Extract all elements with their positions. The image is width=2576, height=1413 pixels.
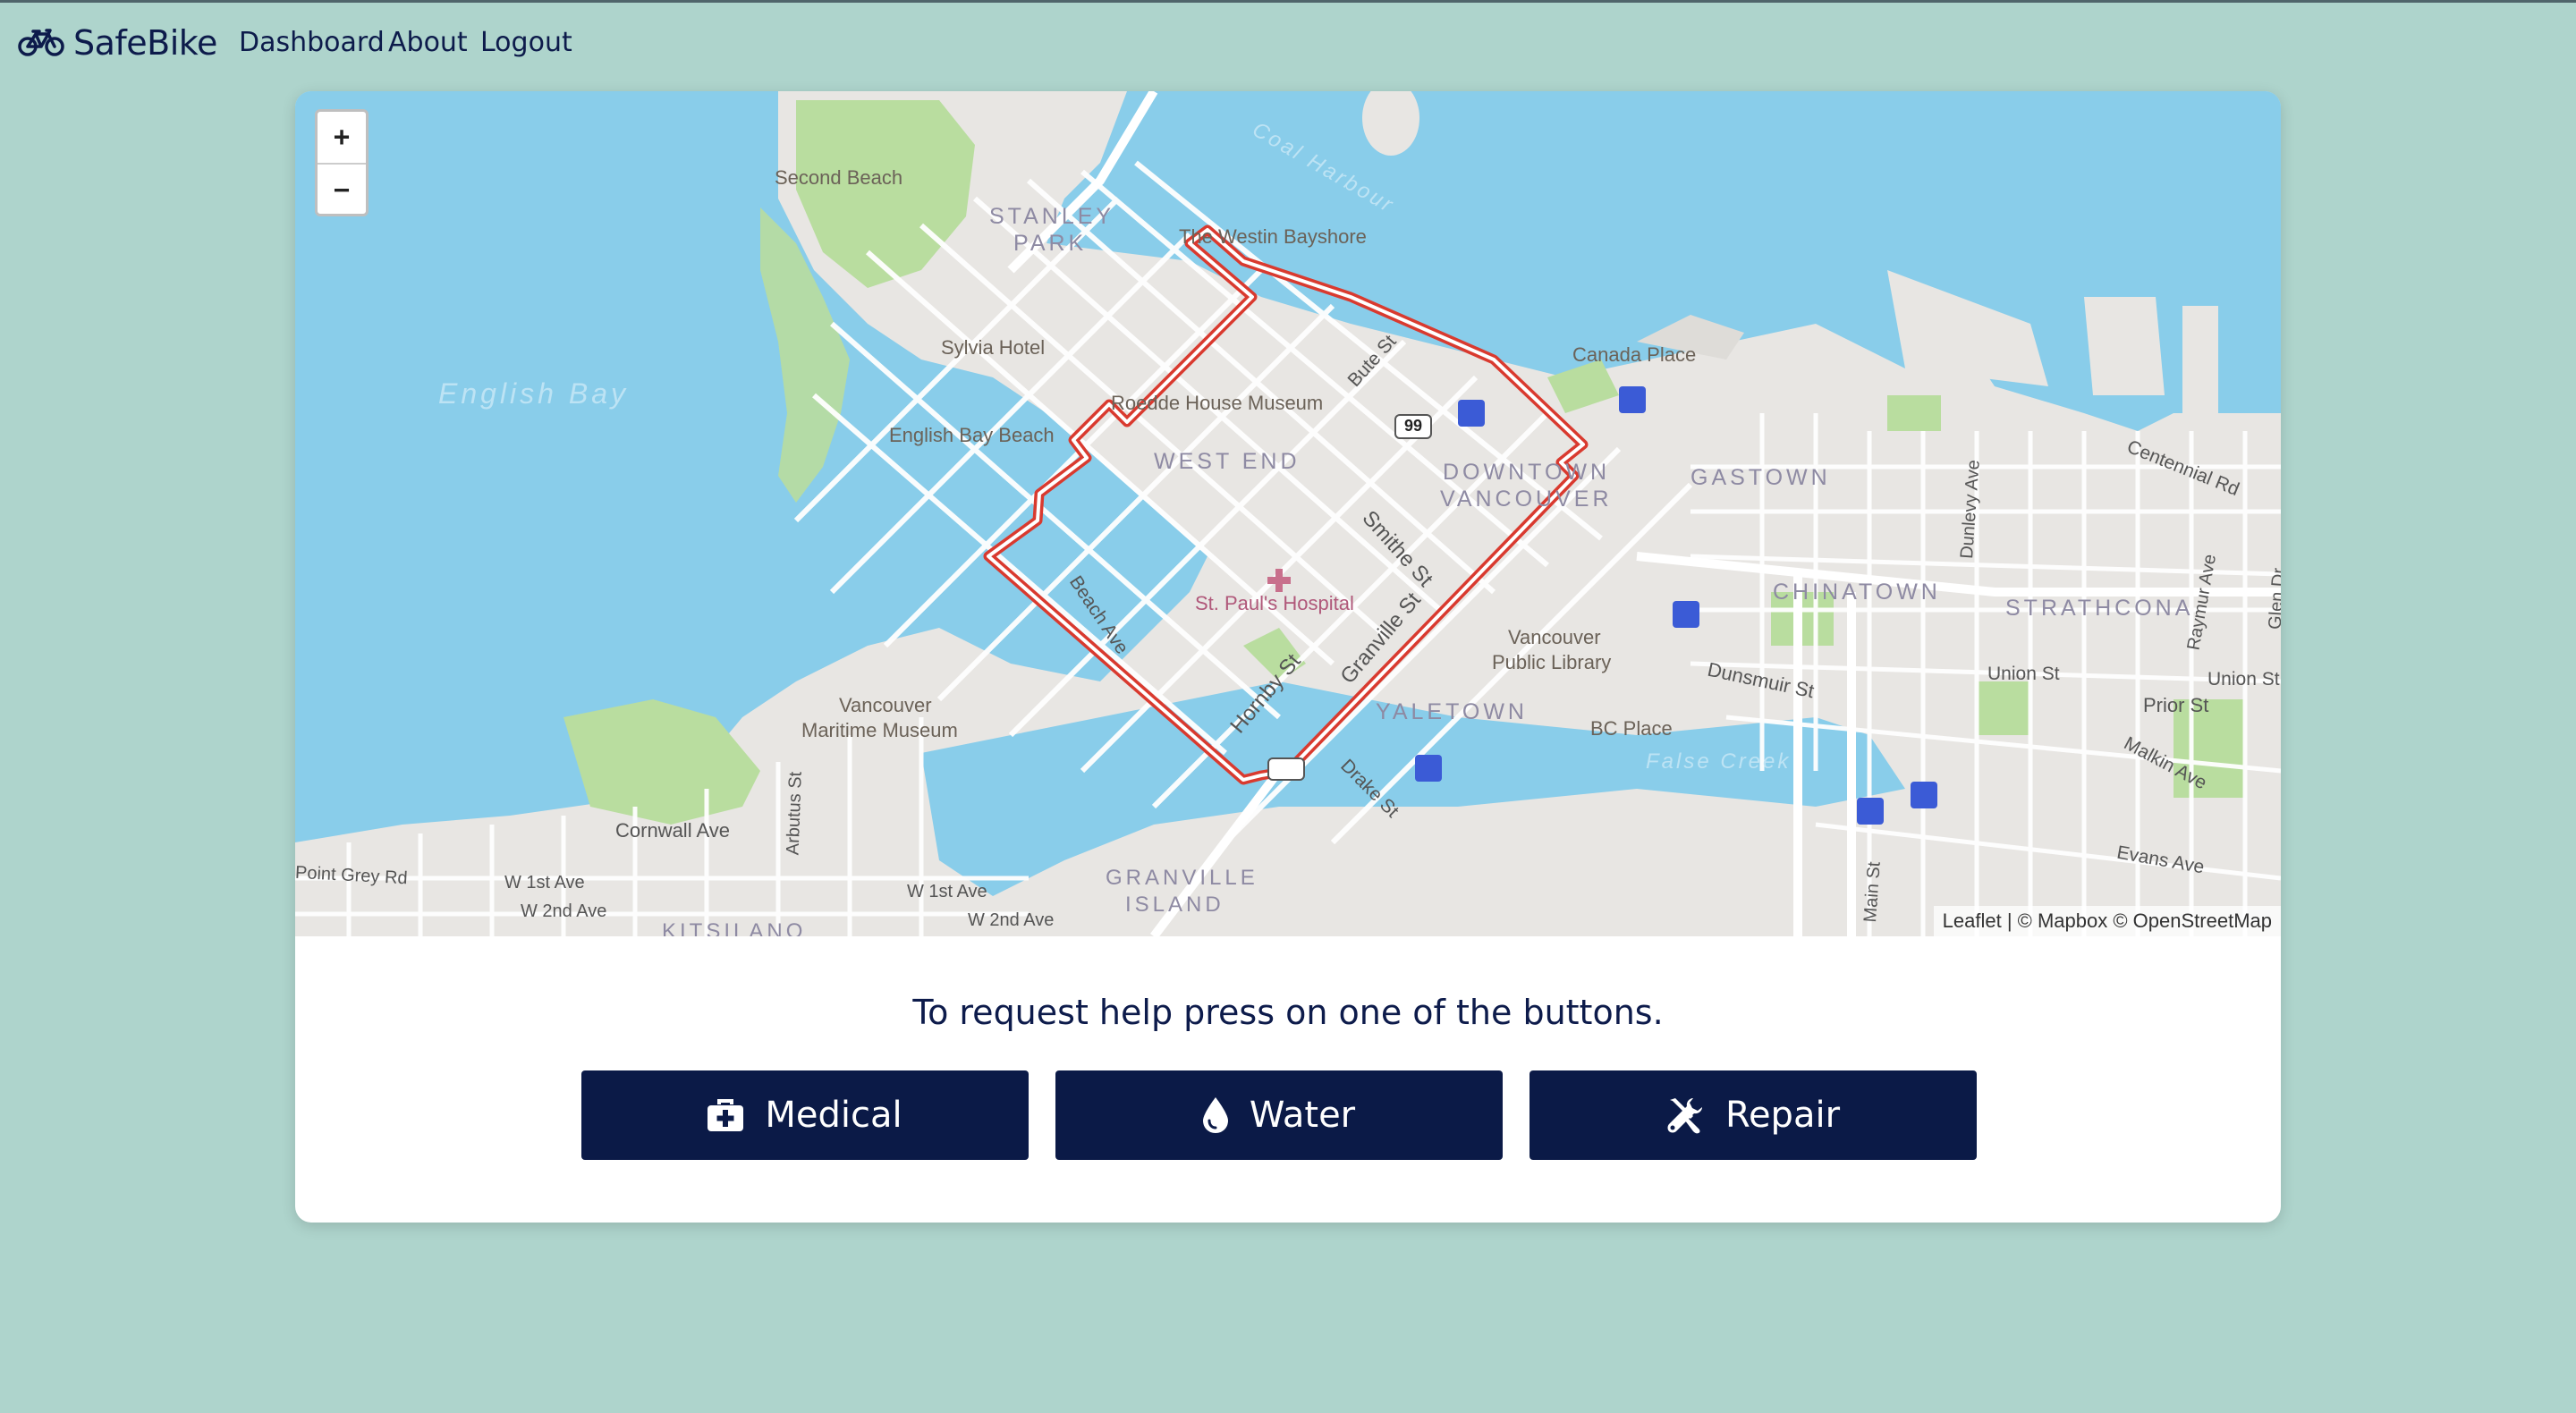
brand-name: SafeBike <box>73 23 217 63</box>
map-label-prior-st: Prior St <box>2143 694 2209 716</box>
nav-link-dashboard[interactable]: Dashboard <box>239 27 385 58</box>
map-label-canada-place: Canada Place <box>1572 343 1697 366</box>
map-attribution: Leaflet | © Mapbox © OpenStreetMap <box>1933 906 2281 936</box>
map-label-granville-island-1: GRANVILLE <box>1106 866 1258 890</box>
tools-icon <box>1667 1098 1702 1134</box>
map-label-w-1st-ave-2: W 1st Ave <box>907 882 987 901</box>
zoom-in-button[interactable]: + <box>318 112 366 165</box>
map-label-false-creek: False Creek <box>1646 749 1792 774</box>
water-button-label: Water <box>1249 1095 1356 1136</box>
zoom-control: + − <box>315 109 369 216</box>
leaflet-link[interactable]: Leaflet <box>1943 910 2002 932</box>
map-label-english-bay: English Bay <box>438 377 629 410</box>
map-label-vancouver-district: VANCOUVER <box>1440 487 1613 512</box>
map-label-gastown: GASTOWN <box>1690 465 1831 490</box>
medical-button-label: Medical <box>765 1095 902 1136</box>
map-label-vancouver-library-1: Vancouver <box>1508 626 1601 648</box>
map-label-route-99-shield: 99 <box>1404 417 1423 435</box>
water-button[interactable]: Water <box>1055 1070 1503 1160</box>
help-card: Second Beach STANLEY PARK The Westin Bay… <box>295 91 2281 1223</box>
map-label-w-2nd-ave-1: W 2nd Ave <box>521 901 607 921</box>
map-label-granville-island-2: ISLAND <box>1125 893 1224 917</box>
map-label-second-beach: Second Beach <box>775 166 903 189</box>
map-label-sylvia-hotel: Sylvia Hotel <box>941 336 1046 359</box>
map-label-maritime-museum: Maritime Museum <box>801 719 958 741</box>
map-label-main-st: Main St <box>1860 860 1885 924</box>
map-label-stanley: STANLEY <box>989 204 1115 229</box>
map-label-cornwall-ave: Cornwall Ave <box>615 819 730 842</box>
map-label-yaletown: YALETOWN <box>1376 699 1528 724</box>
zoom-out-button[interactable]: − <box>318 165 366 214</box>
map-label-union-st-2: Union St <box>2207 669 2280 690</box>
map-label-west-end: WEST END <box>1154 449 1301 474</box>
map-label-english-bay-beach: English Bay Beach <box>889 424 1055 446</box>
map-label-strathcona: STRATHCONA <box>2005 596 2194 621</box>
repair-button[interactable]: Repair <box>1530 1070 1977 1160</box>
map-label-public-library: Public Library <box>1492 651 1612 673</box>
navbar: SafeBike Dashboard About Logout <box>0 0 2576 86</box>
map-label-vancouver-maritime-1: Vancouver <box>839 694 932 716</box>
map-label-chinatown: CHINATOWN <box>1773 580 1941 605</box>
nav-link-logout[interactable]: Logout <box>480 27 572 58</box>
nav-link-about[interactable]: About <box>388 27 468 58</box>
water-drop-icon <box>1202 1097 1228 1133</box>
map-basemap <box>295 91 2281 936</box>
map-label-park: PARK <box>1013 231 1088 256</box>
map-label-bc-place: BC Place <box>1590 717 1673 740</box>
map[interactable]: Second Beach STANLEY PARK The Westin Bay… <box>295 91 2281 936</box>
map-label-union-st-1: Union St <box>1987 664 2060 684</box>
map-label-roedde-house: Roedde House Museum <box>1111 392 1324 414</box>
help-instructions: To request help press on one of the butt… <box>912 993 1664 1032</box>
map-label-st-pauls-hospital: St. Paul's Hospital <box>1195 592 1354 614</box>
bicycle-icon <box>18 29 64 56</box>
repair-button-label: Repair <box>1724 1095 1841 1136</box>
medical-button[interactable]: Medical <box>581 1070 1029 1160</box>
map-label-arbutus-st: Arbutus St <box>783 771 806 856</box>
brand-logo[interactable]: SafeBike <box>18 18 217 68</box>
attribution-text: | © Mapbox © OpenStreetMap <box>2001 910 2272 932</box>
map-label-w-1st-ave-1: W 1st Ave <box>504 873 585 893</box>
map-label-w-2nd-ave-2: W 2nd Ave <box>968 910 1055 930</box>
map-label-downtown: DOWNTOWN <box>1443 460 1611 485</box>
map-label-westin-bayshore: The Westin Bayshore <box>1179 225 1367 248</box>
medkit-icon <box>708 1099 744 1131</box>
map-label-kitsilano: KITSILANO <box>662 919 807 936</box>
